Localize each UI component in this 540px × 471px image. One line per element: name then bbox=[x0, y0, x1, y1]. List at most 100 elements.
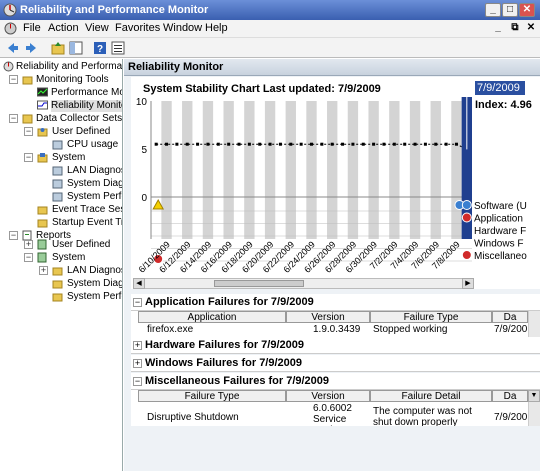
vertical-scrollbar[interactable] bbox=[528, 311, 540, 337]
expand-toggle[interactable]: + bbox=[39, 266, 48, 275]
tree-system[interactable]: System bbox=[52, 152, 85, 164]
tree-data-collector-sets[interactable]: Data Collector Sets bbox=[36, 113, 122, 125]
collapse-toggle[interactable]: − bbox=[133, 298, 142, 307]
stability-chart[interactable]: 10 5 0 Software (U ApplicationHardware F Wind… bbox=[131, 77, 540, 289]
expand-toggle[interactable]: + bbox=[24, 240, 33, 249]
column-header[interactable]: Da bbox=[492, 390, 528, 402]
error-icon bbox=[461, 212, 472, 223]
chart-column-stripe bbox=[161, 101, 172, 239]
table-cell: firefox.exe bbox=[147, 324, 194, 335]
scroll-left-button[interactable]: ◀ bbox=[133, 278, 145, 289]
chart-column-stripe bbox=[347, 101, 359, 239]
up-folder-icon[interactable] bbox=[50, 40, 66, 56]
menu-window[interactable]: Window bbox=[163, 22, 202, 34]
collapse-toggle[interactable]: − bbox=[133, 377, 142, 386]
svg-text:?: ? bbox=[97, 44, 103, 55]
event-category-label: Application bbox=[474, 214, 523, 225]
expand-toggle[interactable]: − bbox=[9, 231, 18, 240]
section-hardware-failures[interactable]: + Hardware Failures for 7/9/2009 bbox=[131, 337, 540, 354]
data-point bbox=[330, 142, 334, 146]
reliability-icon bbox=[37, 100, 48, 110]
forward-icon[interactable] bbox=[24, 40, 40, 56]
section-miscellaneous-failures[interactable]: − Miscellaneous Failures for 7/9/2009 bbox=[131, 373, 540, 390]
tree-user-defined[interactable]: User Defined bbox=[52, 126, 110, 138]
table-cell: 7/9/200 bbox=[494, 412, 528, 423]
column-header[interactable]: Failure Type bbox=[138, 390, 286, 402]
chart-column-stripe bbox=[389, 101, 400, 239]
expand-toggle[interactable]: − bbox=[9, 114, 18, 123]
close-button[interactable]: ✕ bbox=[519, 3, 535, 17]
tree-reliability-monitor[interactable]: Reliability Monitor bbox=[51, 100, 122, 112]
scroll-down-button[interactable]: ▼ bbox=[528, 390, 540, 402]
section-title: Windows Failures for 7/9/2009 bbox=[145, 357, 303, 369]
scrollbar-thumb[interactable] bbox=[214, 280, 304, 287]
tree-reports-lan[interactable]: LAN Diagnost bbox=[67, 265, 122, 277]
child-restore-button[interactable]: ⧉ bbox=[507, 22, 523, 36]
tree-performance-monitor[interactable]: Performance Mon bbox=[51, 87, 122, 99]
tree-system-performance[interactable]: System Perfo bbox=[67, 191, 122, 203]
menu-file[interactable]: File bbox=[23, 22, 41, 34]
tree-cpu-usage[interactable]: CPU usage bbox=[67, 139, 118, 151]
column-header[interactable]: Failure Detail bbox=[370, 390, 492, 402]
tree-reports-user-defined[interactable]: User Defined bbox=[52, 239, 110, 251]
maximize-button[interactable]: □ bbox=[502, 3, 518, 17]
table-cell: Stopped working bbox=[373, 324, 448, 335]
collector-set-icon bbox=[52, 140, 63, 150]
event-category-label: Windows F bbox=[474, 239, 523, 250]
column-header[interactable]: Version bbox=[286, 390, 370, 402]
stability-chart-area: System Stability Chart Last updated: 7/9… bbox=[131, 77, 540, 289]
back-icon[interactable] bbox=[4, 40, 20, 56]
expand-toggle[interactable]: − bbox=[24, 127, 33, 136]
expand-toggle[interactable]: − bbox=[24, 253, 33, 262]
system-reports-icon bbox=[37, 252, 47, 263]
data-point bbox=[341, 142, 345, 146]
data-point bbox=[206, 142, 210, 146]
column-header[interactable]: Da bbox=[492, 311, 528, 323]
expand-toggle[interactable]: + bbox=[133, 341, 142, 350]
data-point bbox=[268, 142, 272, 146]
data-point bbox=[237, 142, 241, 146]
section-application-failures[interactable]: − Application Failures for 7/9/2009 bbox=[131, 294, 540, 311]
menu-help[interactable]: Help bbox=[205, 22, 228, 34]
expand-toggle[interactable]: + bbox=[133, 359, 142, 368]
chart-column-stripe bbox=[409, 101, 421, 239]
data-point bbox=[185, 142, 189, 146]
child-close-button[interactable]: ✕ bbox=[523, 22, 539, 36]
tree-monitoring-tools[interactable]: Monitoring Tools bbox=[36, 74, 109, 86]
report-folder-icon bbox=[52, 280, 63, 289]
tree-reports-sysperf[interactable]: System Perfo bbox=[67, 291, 122, 303]
tree-startup-event-trace[interactable]: Startup Event Tra bbox=[52, 217, 122, 229]
tree-event-trace-sessions[interactable]: Event Trace Sess bbox=[52, 204, 122, 216]
menu-action[interactable]: Action bbox=[48, 22, 79, 34]
chart-scrollbar[interactable]: ◀ ▶ bbox=[133, 278, 474, 289]
collector-set-icon bbox=[52, 179, 63, 189]
tree-reports-sysdiag[interactable]: System Diagn bbox=[67, 278, 122, 290]
column-header[interactable]: Application bbox=[138, 311, 286, 323]
system-menu-icon[interactable] bbox=[4, 22, 17, 35]
column-header[interactable]: Version bbox=[286, 311, 370, 323]
tree-lan-diagnostics[interactable]: LAN Diagnost bbox=[67, 165, 122, 177]
child-minimize-button[interactable]: _ bbox=[490, 22, 506, 36]
report-folder-icon bbox=[52, 293, 63, 302]
expand-toggle[interactable]: − bbox=[24, 153, 33, 162]
user-folder-icon bbox=[37, 128, 48, 137]
column-header[interactable]: Failure Type bbox=[370, 311, 492, 323]
tree-system-diagnostics[interactable]: System Diagn bbox=[67, 178, 122, 190]
tree-reports-system[interactable]: System bbox=[52, 252, 85, 264]
help-icon[interactable]: ? bbox=[92, 40, 108, 56]
expand-toggle[interactable]: − bbox=[9, 75, 18, 84]
data-point bbox=[382, 142, 386, 146]
scroll-right-button[interactable]: ▶ bbox=[462, 278, 474, 289]
minimize-button[interactable]: _ bbox=[485, 3, 501, 17]
section-windows-failures[interactable]: + Windows Failures for 7/9/2009 bbox=[131, 355, 540, 372]
vertical-scrollbar[interactable]: ▼ bbox=[528, 390, 540, 426]
properties-icon[interactable] bbox=[110, 40, 126, 56]
info-icon bbox=[461, 200, 472, 210]
data-point bbox=[320, 142, 324, 146]
show-hide-tree-icon[interactable] bbox=[68, 40, 84, 56]
user-reports-icon bbox=[37, 239, 47, 250]
menu-view[interactable]: View bbox=[85, 22, 109, 34]
data-point bbox=[175, 142, 179, 146]
tree-root[interactable]: Reliability and Performanc bbox=[16, 61, 122, 73]
menu-favorites[interactable]: Favorites bbox=[115, 22, 160, 34]
